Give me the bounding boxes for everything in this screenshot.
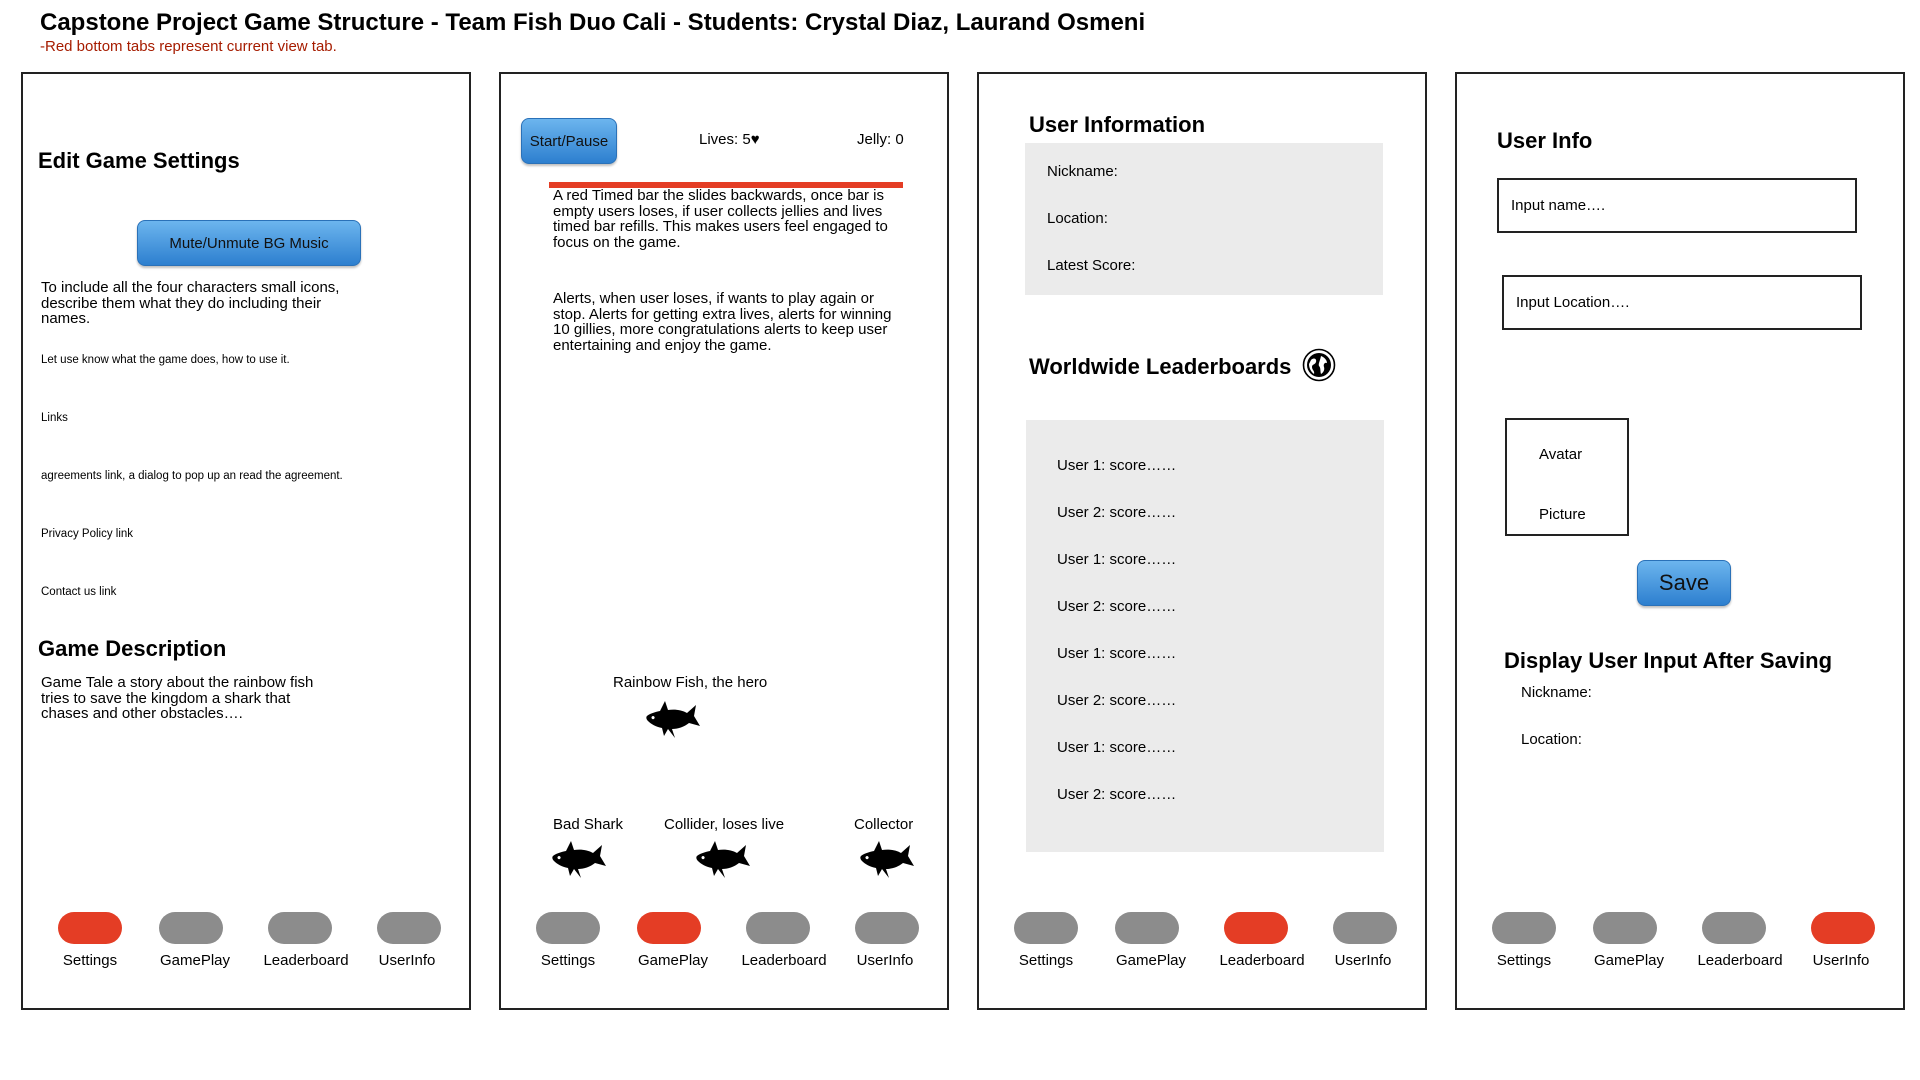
latest-score-label: Latest Score: — [1047, 257, 1136, 274]
tab-settings-label: Settings — [540, 952, 596, 969]
game-description: Game Tale a story about the rainbow fish… — [41, 674, 314, 722]
tab-settings[interactable] — [536, 912, 600, 944]
leaderboard-row: User 1: score…… — [1057, 551, 1177, 568]
tab-userinfo[interactable] — [1811, 912, 1875, 944]
location-placeholder: Input Location…. — [1516, 294, 1630, 311]
lives-counter: Lives: 5♥ — [699, 131, 760, 148]
settings-heading: Edit Game Settings — [38, 148, 240, 173]
tab-gameplay[interactable] — [637, 912, 701, 944]
hero-label: Rainbow Fish, the hero — [613, 674, 768, 691]
leaderboard-row: User 1: score…… — [1057, 645, 1177, 662]
leaderboard-row: User 1: score…… — [1057, 739, 1177, 756]
leaderboard-screen: User Information Nickname: Location: Lat… — [977, 72, 1427, 1010]
leaderboard-row: User 1: score…… — [1057, 457, 1177, 474]
name-input[interactable]: Input name…. — [1497, 178, 1857, 233]
nickname-label: Nickname: — [1047, 163, 1118, 180]
tab-userinfo[interactable] — [377, 912, 441, 944]
mute-music-button[interactable]: Mute/Unmute BG Music — [137, 220, 361, 266]
tab-gameplay-label: GamePlay — [1593, 952, 1665, 969]
tab-leaderboard[interactable] — [1702, 912, 1766, 944]
tab-settings[interactable] — [58, 912, 122, 944]
contact-us-link[interactable]: Contact us link — [41, 586, 116, 598]
characters-note: To include all the four characters small… — [41, 279, 340, 327]
tab-leaderboard-label: Leaderboard — [741, 952, 827, 969]
tab-userinfo[interactable] — [1333, 912, 1397, 944]
globe-icon — [1302, 348, 1336, 382]
display-input-heading: Display User Input After Saving — [1504, 648, 1833, 673]
shark-icon — [549, 836, 609, 882]
leaderboard-row: User 2: score…… — [1057, 786, 1177, 803]
tab-gameplay[interactable] — [159, 912, 223, 944]
worldwide-leaderboards-heading: Worldwide Leaderboards — [1029, 354, 1292, 379]
alerts-note: Alerts, when user loses, if wants to pla… — [553, 290, 892, 354]
leaderboard-row: User 2: score…… — [1057, 692, 1177, 709]
tab-userinfo[interactable] — [855, 912, 919, 944]
tab-gameplay-label: GamePlay — [637, 952, 709, 969]
tab-gameplay-label: GamePlay — [159, 952, 231, 969]
timed-bar-note: A red Timed bar the slides backwards, on… — [553, 187, 888, 251]
avatar-picture-box[interactable]: Avatar Picture — [1505, 418, 1629, 536]
tab-leaderboard-label: Leaderboard — [1219, 952, 1305, 969]
name-placeholder: Input name…. — [1511, 197, 1606, 214]
agreements-link[interactable]: agreements link, a dialog to pop up an r… — [41, 470, 343, 482]
leaderboard-list: User 1: score…… User 2: score…… User 1: … — [1026, 420, 1384, 852]
jelly-counter: Jelly: 0 — [857, 131, 904, 148]
collider-label: Collider, loses live — [664, 816, 785, 833]
heart-icon: ♥ — [750, 131, 760, 148]
tab-userinfo-label: UserInfo — [1812, 952, 1870, 969]
settings-screen: Edit Game Settings Mute/Unmute BG Music … — [21, 72, 471, 1010]
start-pause-button[interactable]: Start/Pause — [521, 118, 617, 164]
leaderboard-row: User 2: score…… — [1057, 598, 1177, 615]
tab-userinfo-label: UserInfo — [378, 952, 436, 969]
leaderboard-row: User 2: score…… — [1057, 504, 1177, 521]
display-nickname-label: Nickname: — [1521, 684, 1592, 701]
gameplay-screen: Start/Pause Lives: 5♥ Jelly: 0 A red Tim… — [499, 72, 949, 1010]
picture-label: Picture — [1539, 506, 1586, 523]
tab-userinfo-label: UserInfo — [856, 952, 914, 969]
tab-settings-label: Settings — [62, 952, 118, 969]
page-title: Capstone Project Game Structure - Team F… — [40, 9, 1146, 36]
shark-label: Bad Shark — [553, 816, 624, 833]
tab-gameplay-label: GamePlay — [1115, 952, 1187, 969]
tab-leaderboard-label: Leaderboard — [1697, 952, 1783, 969]
links-label: Links — [41, 412, 68, 424]
user-info-heading: User Info — [1497, 128, 1593, 153]
collider-fish-icon — [693, 836, 753, 882]
tab-settings[interactable] — [1014, 912, 1078, 944]
tab-gameplay[interactable] — [1115, 912, 1179, 944]
tab-leaderboard[interactable] — [1224, 912, 1288, 944]
lives-label: Lives: 5 — [699, 131, 751, 148]
save-button[interactable]: Save — [1637, 560, 1731, 606]
location-input[interactable]: Input Location…. — [1502, 275, 1862, 330]
privacy-policy-link[interactable]: Privacy Policy link — [41, 528, 133, 540]
userinfo-screen: User Info Input name…. Input Location…. … — [1455, 72, 1905, 1010]
page-subtitle: -Red bottom tabs represent current view … — [40, 38, 337, 55]
collector-fish-icon — [857, 836, 917, 882]
avatar-label: Avatar — [1539, 446, 1583, 463]
tab-leaderboard-label: Leaderboard — [263, 952, 349, 969]
tab-userinfo-label: UserInfo — [1334, 952, 1392, 969]
usage-note: Let use know what the game does, how to … — [41, 354, 290, 366]
user-information-heading: User Information — [1029, 112, 1206, 137]
tab-settings[interactable] — [1492, 912, 1556, 944]
collector-label: Collector — [854, 816, 914, 833]
user-information-box: Nickname: Location: Latest Score: — [1025, 143, 1383, 295]
display-location-label: Location: — [1521, 731, 1582, 748]
tab-gameplay[interactable] — [1593, 912, 1657, 944]
tab-settings-label: Settings — [1018, 952, 1074, 969]
hero-fish-icon — [643, 696, 703, 742]
tab-leaderboard[interactable] — [746, 912, 810, 944]
tab-settings-label: Settings — [1496, 952, 1552, 969]
tab-leaderboard[interactable] — [268, 912, 332, 944]
location-label: Location: — [1047, 210, 1108, 227]
game-description-heading: Game Description — [38, 636, 227, 661]
